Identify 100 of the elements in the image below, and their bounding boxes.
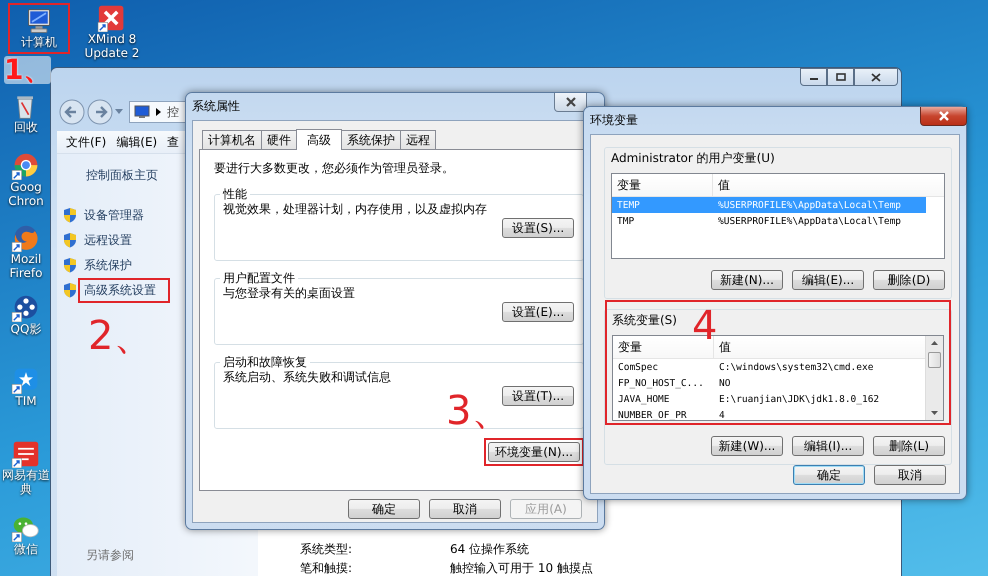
group-description: 视觉效果，处理器计划，内存使用，以及虚拟内存	[223, 201, 488, 218]
back-button-icon	[59, 99, 85, 125]
dialog-button[interactable]: 取消	[429, 499, 501, 519]
detail-label: 系统类型:	[300, 542, 354, 557]
annotation-number: 2、	[88, 316, 154, 356]
menu-item[interactable]: 文件(F)	[61, 134, 112, 150]
variable-value: E:\ruanjian\JDK\jdk1.8.0_162	[718, 394, 880, 404]
group-title: 用户配置文件	[222, 270, 296, 287]
icon-label: 计算机	[21, 35, 57, 49]
desktop-icon[interactable]: Mozil Firefo	[2, 222, 50, 283]
minimize-button[interactable]	[800, 68, 827, 86]
window-title: 环境变量	[590, 112, 638, 129]
desktop-icon[interactable]: QQ影	[2, 292, 50, 339]
menu-item[interactable]: 查	[162, 134, 184, 150]
sidebar-link[interactable]: 高级系统设置	[78, 278, 170, 302]
icon-label: 微信	[14, 542, 38, 556]
shield-icon	[62, 256, 78, 274]
variable-name: ComSpec	[617, 362, 660, 372]
icon-label: TIM	[15, 394, 37, 408]
icon-label: Goog	[10, 180, 42, 194]
icon-label: 典	[20, 482, 32, 496]
shield-icon	[62, 232, 78, 248]
detail-label: 笔和触摸:	[300, 561, 354, 576]
shield-icon	[62, 206, 78, 224]
icon-label: QQ影	[10, 322, 42, 336]
column-header[interactable]: 变量	[612, 174, 713, 196]
dialog-button[interactable]: 取消	[874, 465, 946, 485]
desktop-icon[interactable]: XMind 8 Update 2	[80, 2, 144, 63]
environment-variables-button[interactable]: 环境变量(N)...	[488, 442, 580, 462]
settings-button[interactable]: 设置(T)...	[502, 386, 574, 406]
desktop-icon[interactable]: 回收	[2, 90, 50, 137]
settings-button[interactable]: 设置(S)...	[502, 218, 574, 238]
computer-icon	[134, 105, 150, 119]
variable-name: TMP	[616, 216, 636, 226]
settings-button[interactable]: 设置(E)...	[502, 302, 574, 322]
icon-label: Firefo	[10, 266, 42, 280]
maximize-icon	[836, 73, 846, 81]
vertical-scrollbar[interactable]	[925, 336, 943, 420]
dialog-button[interactable]: 确定	[793, 465, 865, 485]
close-button[interactable]	[554, 93, 587, 112]
annotation-number: 1、	[4, 56, 52, 84]
variable-name: NUMBER_OF_PR	[617, 410, 688, 420]
dropdown-caret-icon	[115, 109, 123, 115]
sidebar-link[interactable]: 设备管理器	[84, 206, 144, 224]
list-action-button[interactable]: 新建(W)...	[711, 436, 783, 456]
close-button[interactable]	[854, 68, 898, 86]
tab[interactable]: 计算机名	[202, 130, 262, 149]
section-heading: 另请参阅	[86, 547, 135, 564]
sidebar-link[interactable]: 系统保护	[84, 256, 132, 274]
maximize-button[interactable]	[827, 68, 854, 86]
sidebar-link[interactable]: 远程设置	[84, 232, 132, 248]
info-text: 要进行大多数更改，您必须作为管理员登录。	[214, 160, 455, 177]
variable-value: %USERPROFILE%\AppData\Local\Temp	[717, 200, 902, 210]
icon-label: Update 2	[84, 46, 140, 60]
icon-label: 回收	[14, 120, 38, 134]
tab[interactable]: 系统保护	[341, 130, 401, 149]
tab[interactable]: 高级	[296, 129, 342, 150]
list-action-button[interactable]: 编辑(I)...	[792, 436, 864, 456]
tab[interactable]: 硬件	[261, 130, 297, 149]
icon-label: Mozil	[10, 252, 42, 266]
shield-icon	[62, 282, 78, 298]
detail-value: 64 位操作系统	[450, 542, 530, 557]
desktop-icon[interactable]: Goog Chron	[2, 150, 50, 211]
variable-value: C:\windows\system32\cmd.exe	[718, 362, 874, 372]
desktop-icon[interactable]: 计算机	[8, 3, 70, 54]
variable-value: NO	[718, 378, 730, 388]
scroll-thumb[interactable]	[928, 352, 941, 368]
tab[interactable]: 远程	[400, 130, 436, 149]
variable-value: 4	[718, 410, 725, 420]
dialog-button[interactable]: 确定	[348, 499, 420, 519]
chevron-right-icon	[156, 108, 161, 116]
group-description: 系统启动、系统失败和调试信息	[223, 369, 392, 386]
column-header[interactable]: 值	[713, 176, 730, 194]
list-row[interactable]: NUMBER_OF_PR 4	[613, 407, 927, 420]
list-row[interactable]: JAVA_HOME E:\ruanjian\JDK\jdk1.8.0_162	[613, 391, 927, 407]
close-icon	[871, 72, 881, 82]
group-title: Administrator 的用户变量(U)	[611, 151, 775, 165]
group-title: 系统变量(S)	[612, 313, 677, 327]
list-action-button[interactable]: 编辑(E)...	[792, 270, 864, 290]
dictionary-icon	[11, 440, 41, 468]
close-button[interactable]	[920, 107, 967, 126]
close-icon	[938, 111, 950, 121]
forward-button-icon	[87, 99, 113, 125]
variable-value: %USERPROFILE%\AppData\Local\Temp	[717, 216, 902, 226]
variable-name: FP_NO_HOST_C...	[617, 378, 705, 388]
variable-name: JAVA_HOME	[617, 394, 670, 404]
menu-item[interactable]: 编辑(E)	[111, 134, 162, 150]
group-title: 性能	[222, 186, 248, 203]
variable-name: TEMP	[616, 200, 641, 210]
icon-label: 网易有道	[2, 468, 50, 482]
list-row[interactable]: ComSpec C:\windows\system32\cmd.exe	[613, 359, 927, 375]
list-row[interactable]: FP_NO_HOST_C... NO	[613, 375, 927, 391]
list-action-button[interactable]: 删除(L)	[873, 436, 945, 456]
list-action-button[interactable]: 删除(D)	[873, 270, 945, 290]
group-description: 与您登录有关的桌面设置	[223, 285, 356, 302]
list-row[interactable]: TMP %USERPROFILE%\AppData\Local\Temp	[612, 213, 926, 229]
detail-value: 触控输入可用于 10 触摸点	[450, 561, 594, 576]
group-title: 启动和故障恢复	[222, 354, 308, 371]
address-text: 控	[167, 104, 179, 120]
list-action-button[interactable]: 新建(N)...	[711, 270, 783, 290]
